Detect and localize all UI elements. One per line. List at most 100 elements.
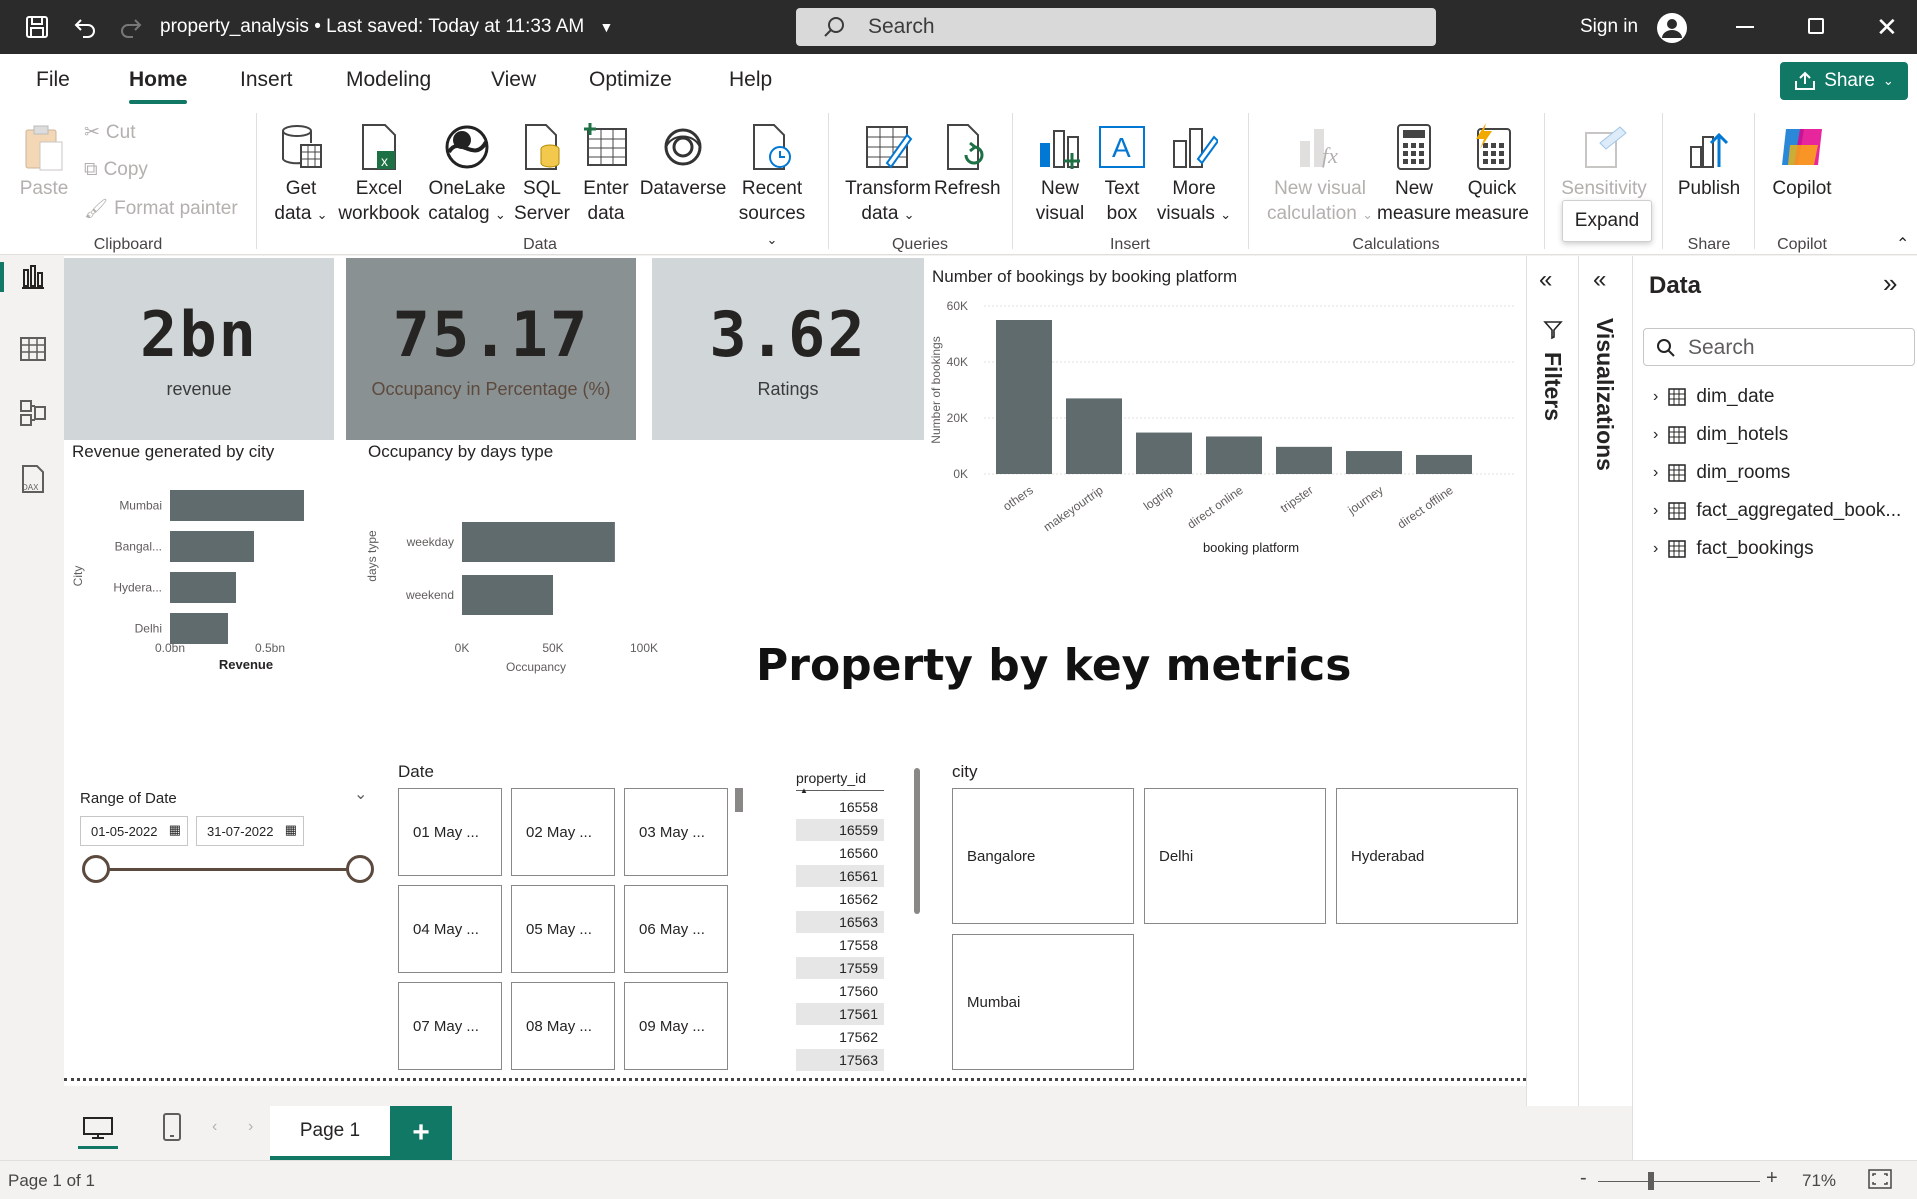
- page-tab[interactable]: Page 1: [270, 1106, 390, 1160]
- property-id-row[interactable]: 17562: [796, 1026, 884, 1048]
- table-view-icon[interactable]: [16, 332, 50, 366]
- visualizations-pane[interactable]: « Visualizations: [1578, 256, 1632, 1106]
- onelake-catalog-button[interactable]: OneLake catalog ⌄: [424, 118, 510, 227]
- bookings-by-platform-chart[interactable]: 0K 20K 40K 60K others makeyourtrip logtrip dire…: [926, 290, 1526, 560]
- chevron-right-icon[interactable]: ›: [1653, 502, 1658, 520]
- chevron-down-icon[interactable]: ▼: [600, 19, 614, 35]
- date-tiles-scrollbar[interactable]: [735, 788, 743, 812]
- property-id-row[interactable]: 16561: [796, 865, 884, 887]
- dataverse-button[interactable]: Dataverse: [638, 118, 728, 201]
- data-search-input[interactable]: Search: [1643, 328, 1915, 366]
- date-tile[interactable]: 03 May ...: [624, 788, 728, 876]
- copy-button[interactable]: ⧉ Copy: [84, 159, 148, 181]
- collapse-filters-icon[interactable]: «: [1539, 266, 1552, 294]
- collapse-data-pane-icon[interactable]: »: [1883, 268, 1897, 299]
- occupancy-bar[interactable]: [462, 575, 553, 615]
- revenue-bar[interactable]: [170, 531, 254, 562]
- report-view-icon[interactable]: [16, 260, 50, 294]
- save-icon[interactable]: [22, 12, 52, 42]
- document-title[interactable]: property_analysis • Last saved: Today at…: [160, 16, 613, 38]
- property-id-row[interactable]: 17558: [796, 934, 884, 956]
- table-item[interactable]: › dim_hotels: [1653, 424, 1788, 446]
- tab-help[interactable]: Help: [729, 68, 772, 92]
- property-id-row[interactable]: 17559: [796, 957, 884, 979]
- publish-button[interactable]: Publish: [1672, 118, 1746, 201]
- occupancy-bar[interactable]: [462, 522, 615, 562]
- date-tile[interactable]: 06 May ...: [624, 885, 728, 973]
- tab-optimize[interactable]: Optimize: [589, 68, 672, 92]
- copilot-button[interactable]: Copilot: [1762, 118, 1842, 201]
- city-tile[interactable]: Bangalore: [952, 788, 1134, 924]
- revenue-bar[interactable]: [170, 613, 228, 644]
- tab-file[interactable]: File: [36, 68, 70, 92]
- occupancy-by-days-chart[interactable]: weekday weekend 0K 50K 100K Occupancy days typ…: [354, 466, 664, 696]
- more-visuals-button[interactable]: More visuals ⌄: [1156, 118, 1232, 227]
- bookings-bar[interactable]: [1346, 451, 1402, 474]
- property-id-row[interactable]: 17563: [796, 1049, 884, 1071]
- text-box-button[interactable]: A Text box: [1094, 118, 1150, 226]
- redo-icon[interactable]: [116, 12, 146, 42]
- kpi-card-revenue[interactable]: 2bn revenue: [64, 258, 334, 440]
- chevron-right-icon[interactable]: ›: [1653, 388, 1658, 406]
- date-slider-end-handle[interactable]: [346, 855, 374, 883]
- close-icon[interactable]: ✕: [1876, 12, 1898, 43]
- date-slider-start-handle[interactable]: [82, 855, 110, 883]
- property-id-row[interactable]: 16559: [796, 819, 884, 841]
- chevron-right-icon[interactable]: ›: [1653, 540, 1658, 558]
- transform-data-button[interactable]: Transform data ⌄: [842, 118, 934, 227]
- zoom-in-icon[interactable]: +: [1766, 1167, 1778, 1190]
- table-item[interactable]: › dim_rooms: [1653, 462, 1790, 484]
- quick-measure-button[interactable]: Quick measure: [1454, 118, 1530, 226]
- tab-home[interactable]: Home: [129, 68, 188, 104]
- desktop-layout-icon[interactable]: [82, 1116, 114, 1140]
- expand-visualizations-icon[interactable]: «: [1593, 266, 1606, 294]
- sign-in-link[interactable]: Sign in: [1580, 16, 1638, 38]
- property-list-scrollbar[interactable]: [914, 768, 920, 914]
- bookings-bar[interactable]: [1416, 454, 1472, 474]
- date-end-input[interactable]: 31-07-2022 ▦: [196, 816, 304, 846]
- date-tile[interactable]: 02 May ...: [511, 788, 615, 876]
- account-icon[interactable]: [1656, 12, 1688, 44]
- date-tile[interactable]: 09 May ...: [624, 982, 728, 1070]
- property-id-row[interactable]: 17560: [796, 980, 884, 1002]
- fit-to-page-icon[interactable]: [1868, 1169, 1892, 1189]
- revenue-bar[interactable]: [170, 490, 304, 521]
- table-item[interactable]: › fact_bookings: [1653, 538, 1814, 560]
- refresh-button[interactable]: Refresh: [934, 118, 1001, 201]
- format-painter-button[interactable]: 🖌 Format painter: [84, 197, 238, 221]
- chevron-right-icon[interactable]: ›: [1653, 426, 1658, 444]
- mobile-layout-icon[interactable]: [162, 1112, 182, 1142]
- sensitivity-button[interactable]: Sensitivity: [1556, 118, 1652, 201]
- table-item[interactable]: › fact_aggregated_book...: [1653, 500, 1901, 522]
- property-id-row[interactable]: 16560: [796, 842, 884, 864]
- share-button[interactable]: Share ⌄: [1780, 62, 1908, 100]
- bookings-bar[interactable]: [1066, 398, 1122, 474]
- cut-button[interactable]: ✂ Cut: [84, 121, 136, 144]
- bookings-bar[interactable]: [1206, 436, 1262, 474]
- chevron-right-icon[interactable]: ›: [1653, 464, 1658, 482]
- paste-button[interactable]: Paste: [14, 118, 74, 201]
- search-input[interactable]: Search: [796, 8, 1436, 46]
- previous-page-icon[interactable]: ‹: [212, 1118, 217, 1136]
- city-tile[interactable]: Mumbai: [952, 934, 1134, 1070]
- zoom-slider-thumb[interactable]: [1648, 1172, 1654, 1190]
- tab-insert[interactable]: Insert: [240, 68, 293, 92]
- excel-workbook-button[interactable]: x Excel workbook: [336, 118, 422, 226]
- get-data-button[interactable]: Get data ⌄: [268, 118, 334, 227]
- restore-icon[interactable]: [1808, 18, 1824, 34]
- date-tile[interactable]: 04 May ...: [398, 885, 502, 973]
- property-id-row[interactable]: 17561: [796, 1003, 884, 1025]
- revenue-by-city-chart[interactable]: Mumbai Bangal... Hydera... Delhi 0.0bn 0.5bn R…: [64, 466, 344, 696]
- new-measure-button[interactable]: New measure: [1376, 118, 1452, 226]
- date-tile[interactable]: 05 May ...: [511, 885, 615, 973]
- city-tile[interactable]: Delhi: [1144, 788, 1326, 924]
- next-page-icon[interactable]: ›: [248, 1118, 253, 1136]
- property-id-row[interactable]: 16563: [796, 911, 884, 933]
- recent-sources-button[interactable]: Recent sources ⌄: [736, 118, 808, 252]
- minimize-icon[interactable]: [1736, 26, 1754, 28]
- property-id-row[interactable]: 16558: [796, 796, 884, 818]
- date-start-input[interactable]: 01-05-2022 ▦: [80, 816, 188, 846]
- zoom-out-icon[interactable]: -: [1580, 1167, 1587, 1190]
- revenue-bar[interactable]: [170, 572, 236, 603]
- model-view-icon[interactable]: [16, 396, 50, 430]
